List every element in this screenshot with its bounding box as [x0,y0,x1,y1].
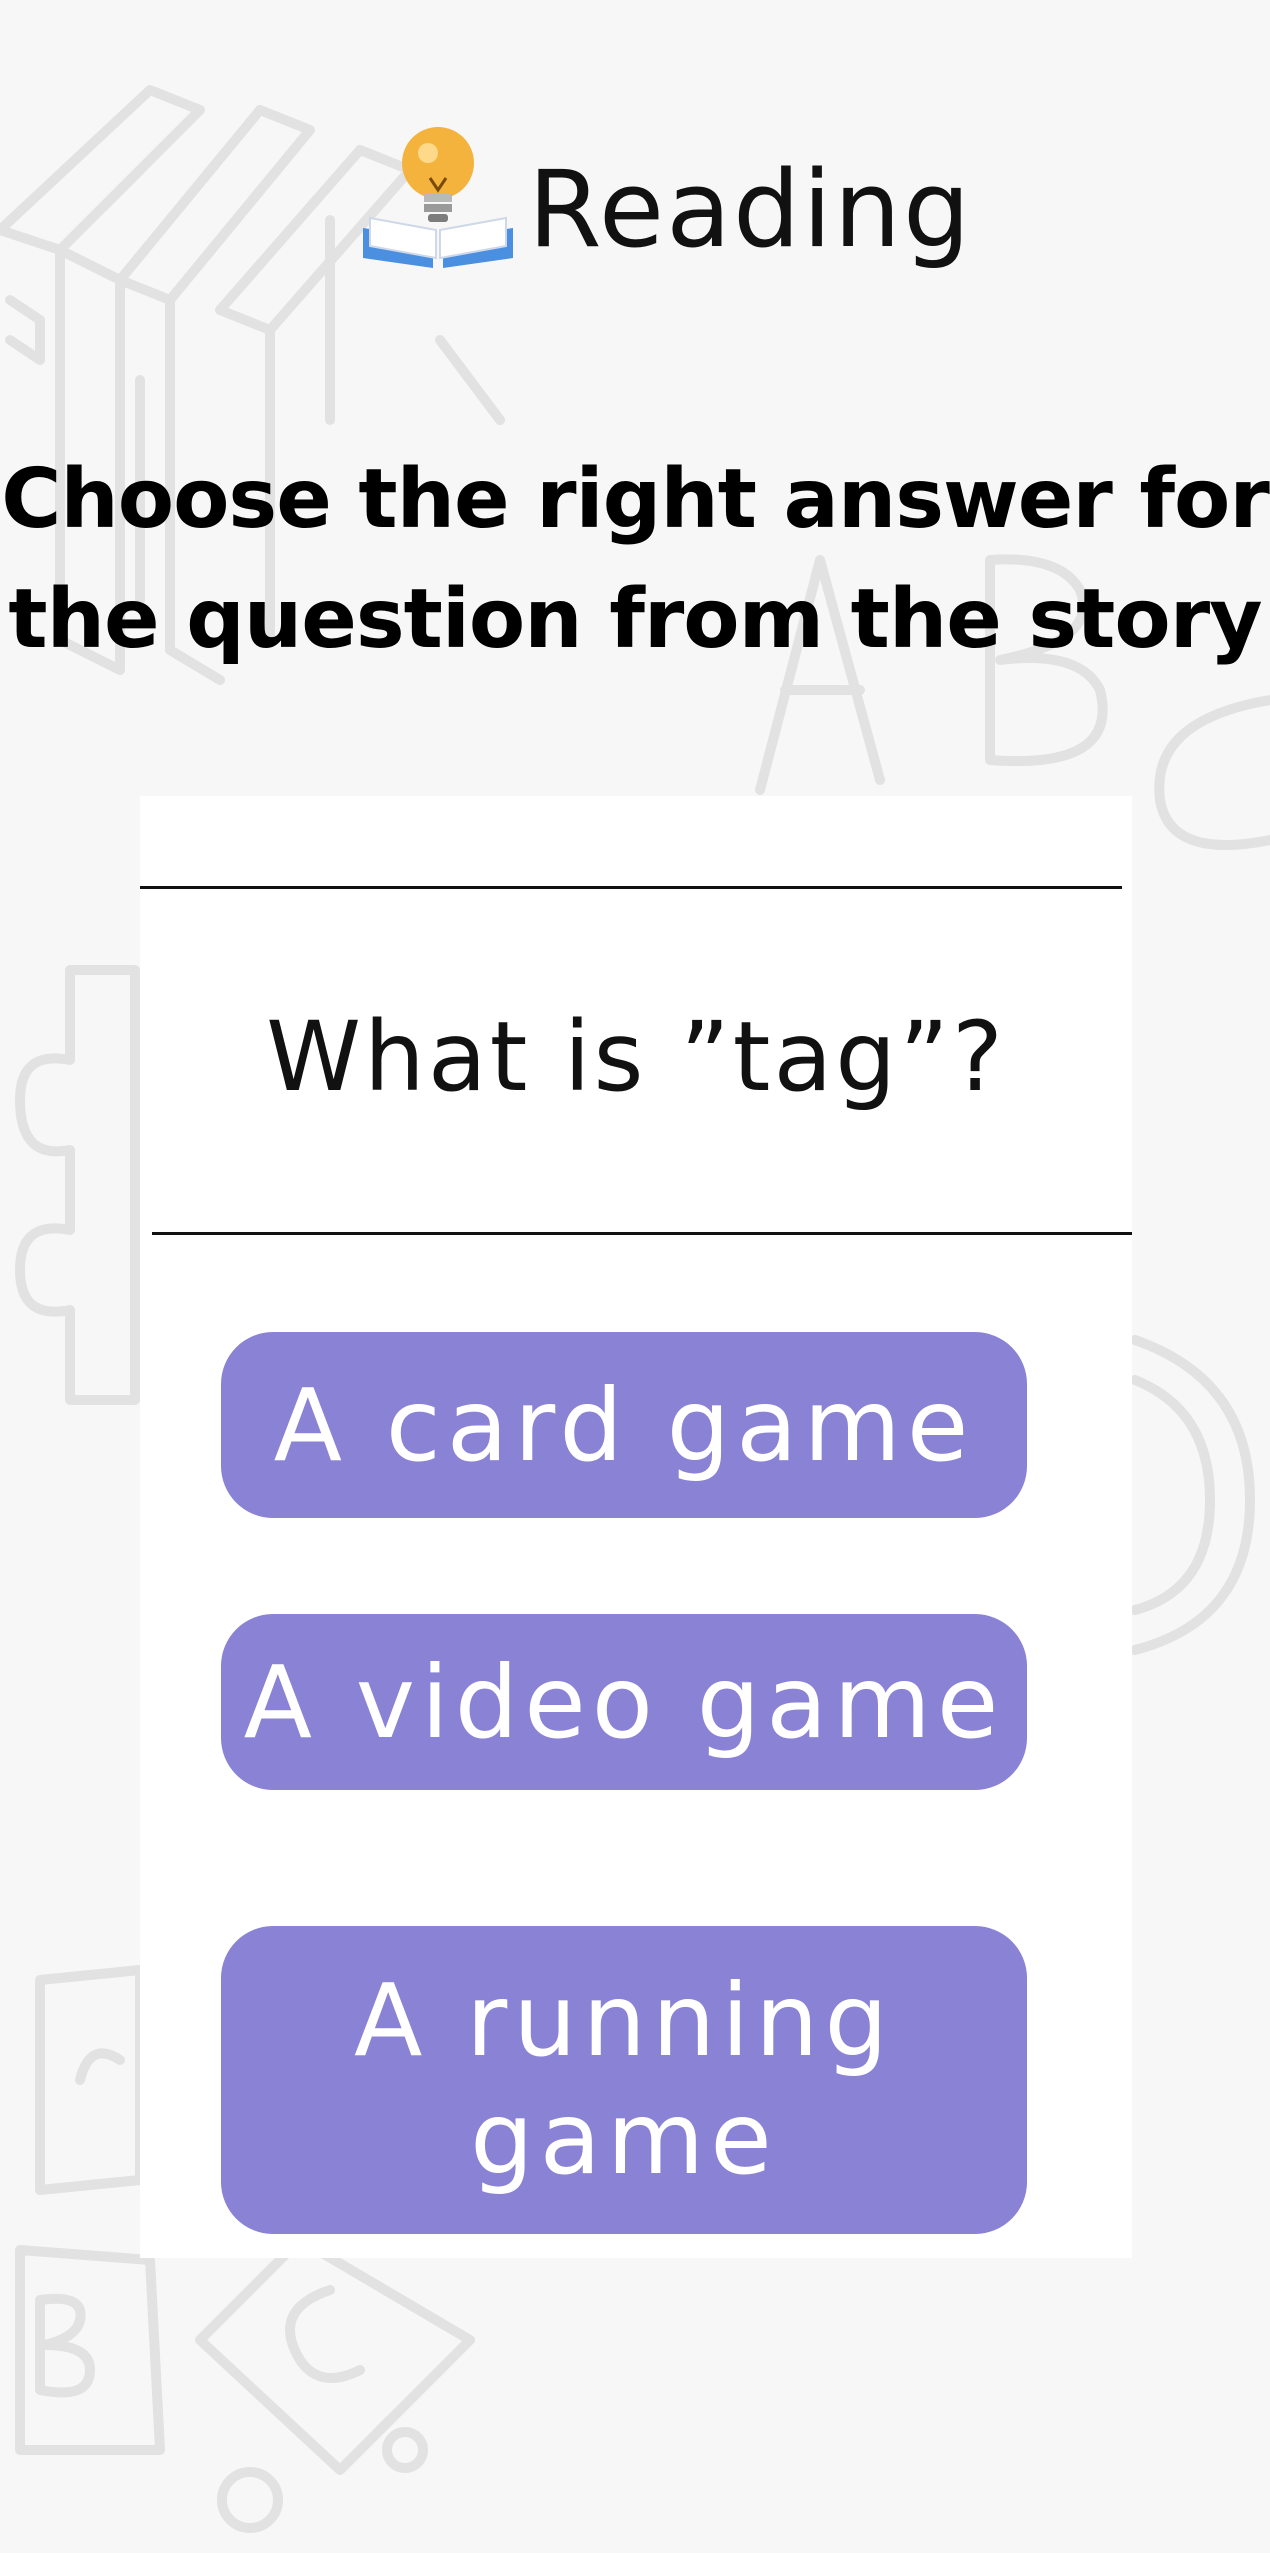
instruction-text: Choose the right answer for the question… [1,452,1270,667]
divider-bottom [152,1232,1132,1235]
app-header [0,100,1270,280]
answer-option-label: A card game [273,1366,975,1484]
answer-option-label: A video game [243,1643,1005,1761]
divider-top [140,886,1122,889]
answer-option-video-game[interactable]: A video game [221,1614,1027,1790]
answer-option-running-game[interactable]: A running game [221,1926,1027,2234]
question-text: What is ”tag”? [266,1001,1006,1113]
answer-option-label: A running game [353,1962,895,2197]
answer-option-card-game[interactable]: A card game [221,1332,1027,1518]
quiz-card: What is ”tag”? A card game A video game … [140,796,1132,2258]
